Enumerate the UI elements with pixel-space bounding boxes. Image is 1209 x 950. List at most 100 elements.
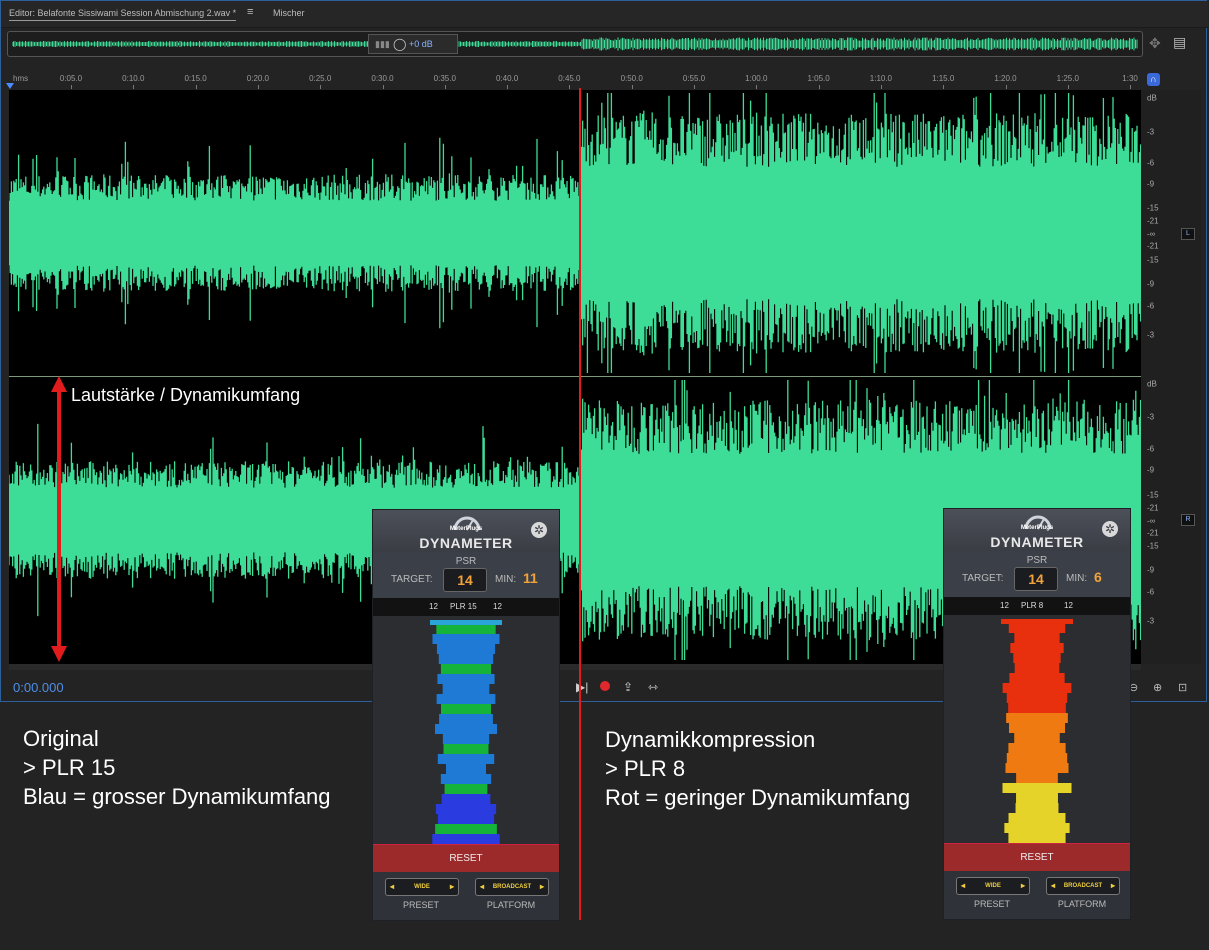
reset-button[interactable]: RESET <box>944 843 1130 872</box>
channel-left-tag[interactable]: L <box>1181 228 1195 240</box>
db-scale-label: -9 <box>1147 179 1155 189</box>
arrow-right-icon[interactable]: ▸ <box>450 879 454 895</box>
preset-value: WIDE <box>414 884 430 890</box>
channel-right-tag[interactable]: R <box>1181 514 1195 526</box>
ruler-tick <box>569 85 571 89</box>
preset-value: WIDE <box>985 883 1001 889</box>
scale-right: 12 <box>493 602 502 611</box>
ruler-tick <box>756 85 758 89</box>
meter-peak-cap <box>1001 619 1073 624</box>
export-icon[interactable]: ⇪ <box>623 680 633 694</box>
time-ruler[interactable]: hms 0:05.0 0:10.0 0:15.0 0:20.0 0:25.0 0:30.0… <box>9 71 1141 89</box>
preset-select[interactable]: ◂ WIDE ▸ <box>385 878 459 896</box>
meter-band <box>442 684 490 694</box>
arrow-left-icon[interactable]: ◂ <box>961 878 965 894</box>
min-label: MIN: <box>495 574 517 585</box>
meter-band <box>1008 833 1066 843</box>
preset-select[interactable]: ◂ WIDE ▸ <box>956 877 1030 895</box>
min-value: 6 <box>1094 569 1102 585</box>
caption-line: Dynamikkompression <box>605 727 816 752</box>
meter-band <box>1008 623 1066 633</box>
db-scale-label: -6 <box>1147 158 1155 168</box>
skip-icon[interactable]: ▶| <box>576 680 588 694</box>
ruler-tick-label: 1:25.0 <box>1056 74 1079 83</box>
split-icon[interactable]: ⇿ <box>648 680 658 694</box>
meter-band <box>444 784 488 794</box>
ruler-tick-label: 1:30 <box>1122 74 1138 83</box>
arrow-left-icon[interactable]: ◂ <box>480 879 484 895</box>
tab-editor[interactable]: Editor: Belafonte Sissiwami Session Abmi… <box>9 8 237 21</box>
platform-label: PLATFORM <box>1057 899 1107 909</box>
target-label: TARGET: <box>391 574 433 585</box>
caption-line: Blau = grosser Dynamikumfang <box>23 784 331 809</box>
reset-button[interactable]: RESET <box>373 844 559 873</box>
meter-band <box>443 744 489 754</box>
meter-band <box>439 714 493 724</box>
ruler-tick-label: 1:15.0 <box>932 74 955 83</box>
platform-select[interactable]: ◂ BROADCAST ▸ <box>475 878 549 896</box>
ruler-tick-label: 0:35.0 <box>433 74 456 83</box>
volume-knob-icon[interactable]: ◯ <box>393 35 406 53</box>
ruler-tick-label: 0:50.0 <box>620 74 643 83</box>
overview-waveform[interactable]: ▮▮▮ ◯ +0 dB <box>7 31 1143 57</box>
ruler-tick-label: 0:45.0 <box>558 74 581 83</box>
meter-band <box>437 754 495 764</box>
ruler-tick-label: 0:25.0 <box>309 74 332 83</box>
arrow-right-icon[interactable]: ▸ <box>1021 878 1025 894</box>
db-scale-label: -6 <box>1147 587 1155 597</box>
meter-bar <box>1001 619 1073 843</box>
arrow-right-icon[interactable]: ▸ <box>540 879 544 895</box>
ruler-tick <box>1005 85 1007 89</box>
ruler-tick <box>1067 85 1069 89</box>
overview-wave-path <box>12 37 1138 51</box>
meter-band <box>432 634 500 644</box>
ruler-tick <box>880 85 882 89</box>
tab-bar: Editor: Belafonte Sissiwami Session Abmi… <box>1 1 1208 28</box>
current-time: 0:00.000 <box>13 680 64 695</box>
arrow-left-icon[interactable]: ◂ <box>390 879 394 895</box>
meter-band <box>1014 663 1060 673</box>
playhead-marker[interactable] <box>6 83 14 89</box>
tab-menu-icon[interactable]: ≡ <box>247 6 253 18</box>
zoom-full-icon[interactable]: ⊕ <box>1153 681 1162 694</box>
record-button[interactable] <box>600 681 610 691</box>
meter-band <box>1008 703 1066 713</box>
caption-line: Original <box>23 726 99 751</box>
link-icon[interactable]: ∩ <box>1147 73 1160 86</box>
meter-peak-cap <box>430 620 502 625</box>
menu-lines-icon[interactable]: ▤ <box>1173 34 1186 51</box>
meter-band <box>445 764 487 774</box>
target-input[interactable]: 14 <box>443 568 487 592</box>
channel-divider <box>9 376 1141 377</box>
ruler-tick-label: 1:00.0 <box>745 74 768 83</box>
db-scale-label: -21 <box>1147 503 1159 513</box>
plugin-title: DYNAMETER <box>990 534 1084 550</box>
caption-original: Original > PLR 15 Blau = grosser Dynamik… <box>23 724 331 811</box>
platform-value: BROADCAST <box>1063 883 1103 889</box>
arrow-right-icon[interactable]: ▸ <box>1111 878 1115 894</box>
meter-bar <box>430 620 502 844</box>
meter-icon: ▮▮▮ <box>375 39 390 49</box>
ruler-tick-label: 1:10.0 <box>869 74 893 83</box>
plr-value: PLR 8 <box>1021 601 1044 610</box>
tab-mixer[interactable]: Mischer <box>273 8 305 18</box>
zoom-selection-icon[interactable]: ⊡ <box>1178 681 1187 694</box>
preset-label: PRESET <box>973 899 1010 909</box>
meter-band <box>440 774 492 784</box>
arrow-left-icon[interactable]: ◂ <box>1051 878 1055 894</box>
dynameter-plugin-compressed: MeterPlugs DYNAMETER ✲ PSR TARGET: 14 MI… <box>943 508 1131 920</box>
meter-band <box>436 624 496 634</box>
target-input[interactable]: 14 <box>1014 567 1058 591</box>
plr-scale: 12 PLR 15 12 <box>373 598 559 616</box>
ruler-tick <box>943 85 945 89</box>
ruler-tick <box>71 85 72 89</box>
meter-band <box>441 704 491 714</box>
gear-icon[interactable]: ✲ <box>531 522 547 538</box>
zoom-tool-icon[interactable]: ✥ <box>1149 35 1161 52</box>
overview-level-hud[interactable]: ▮▮▮ ◯ +0 dB <box>368 34 458 54</box>
gear-icon[interactable]: ✲ <box>1102 521 1118 537</box>
meter-band <box>435 804 497 814</box>
db-scale: dB dB -3 -6 -9 -15 -21 -∞ -21 -15 -9 -6 -3 -3 -6 -9 -15 -… <box>1141 90 1201 664</box>
meter-band <box>435 824 497 834</box>
platform-select[interactable]: ◂ BROADCAST ▸ <box>1046 877 1120 895</box>
